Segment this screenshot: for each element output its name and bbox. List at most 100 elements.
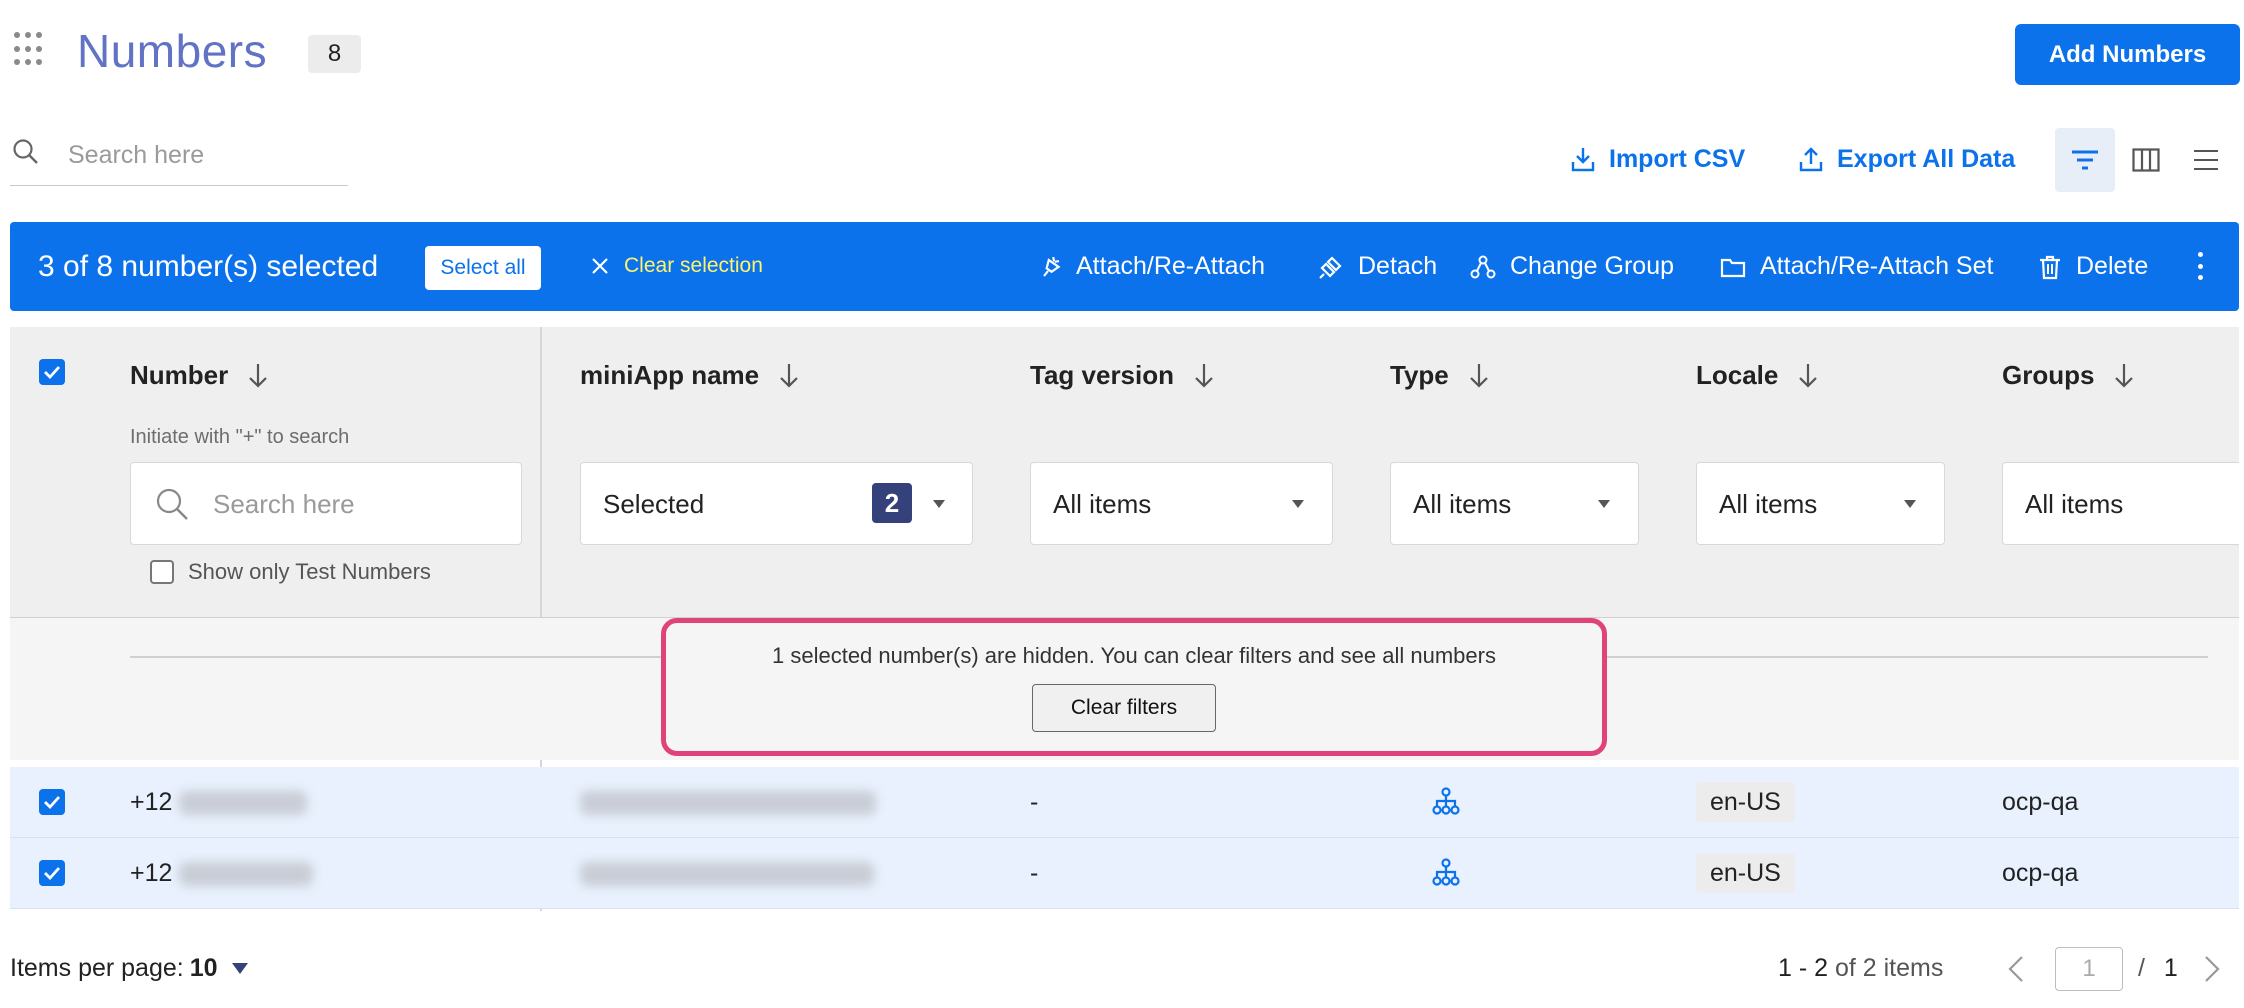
detach-label: Detach xyxy=(1358,252,1438,280)
select-all-checkbox[interactable] xyxy=(39,359,65,385)
sort-arrow-icon[interactable] xyxy=(777,362,801,390)
locale-chip: en-US xyxy=(1696,853,1795,893)
items-per-page[interactable]: Items per page: 10 xyxy=(10,954,248,983)
column-header-locale[interactable]: Locale xyxy=(1696,360,1820,391)
detach-button[interactable]: Detach xyxy=(1318,252,1437,281)
tag-version-filter-select[interactable]: All items xyxy=(1030,462,1333,545)
column-title: Tag version xyxy=(1030,360,1175,390)
number-search-hint: Initiate with "+" to search xyxy=(130,426,350,448)
column-header-tag-version[interactable]: Tag version xyxy=(1030,360,1216,391)
tag-version-cell: - xyxy=(1030,859,1039,887)
sort-arrow-icon[interactable] xyxy=(1192,362,1216,390)
column-title: Groups xyxy=(2002,360,2095,390)
page-separator: / xyxy=(2138,954,2145,982)
column-header-miniapp[interactable]: miniApp name xyxy=(580,360,801,391)
clear-filters-button[interactable]: Clear filters xyxy=(1032,684,1216,732)
sort-arrow-icon[interactable] xyxy=(1467,362,1491,390)
chevron-down-icon xyxy=(1598,500,1610,508)
column-title: Type xyxy=(1390,360,1449,390)
export-all-button[interactable]: Export All Data xyxy=(1799,142,2015,176)
column-title: miniApp name xyxy=(580,360,760,390)
search-field[interactable] xyxy=(10,128,348,186)
unplug-icon xyxy=(1319,255,1342,279)
search-icon xyxy=(13,139,38,164)
row-checkbox[interactable] xyxy=(39,789,65,815)
upload-icon xyxy=(1799,147,1823,172)
redacted-miniapp-name xyxy=(580,791,876,816)
number-search-field[interactable] xyxy=(130,462,522,545)
miniapp-cell xyxy=(580,859,874,888)
app-grid-icon[interactable] xyxy=(14,32,46,68)
type-filter-select[interactable]: All items xyxy=(1390,462,1639,545)
sort-arrow-icon[interactable] xyxy=(2112,362,2136,390)
column-header-type[interactable]: Type xyxy=(1390,360,1491,391)
more-actions-icon[interactable] xyxy=(2190,248,2210,284)
clear-selection-button[interactable]: Clear selection xyxy=(590,254,763,278)
sort-arrow-icon[interactable] xyxy=(1796,362,1820,390)
page-title: Numbers xyxy=(77,25,268,77)
filter-value: All items xyxy=(2025,489,2124,519)
column-title: Number xyxy=(130,360,229,390)
miniapp-filter-select[interactable]: Selected 2 xyxy=(580,462,973,545)
chevron-down-icon xyxy=(1292,500,1304,508)
chevron-down-icon xyxy=(933,500,945,508)
chevron-down-icon xyxy=(1904,500,1916,508)
tag-version-cell: - xyxy=(1030,788,1039,816)
hidden-selection-message: 1 selected number(s) are hidden. You can… xyxy=(772,643,1496,668)
number-cell: +12 xyxy=(130,788,308,817)
selected-count-badge: 2 xyxy=(872,483,912,523)
next-page-icon[interactable] xyxy=(2202,954,2222,989)
column-header-number[interactable]: Number xyxy=(130,360,270,391)
export-all-label: Export All Data xyxy=(1837,144,2016,173)
density-button[interactable] xyxy=(2176,128,2236,192)
attach-set-button[interactable]: Attach/Re-Attach Set xyxy=(1720,252,1993,281)
add-numbers-button[interactable]: Add Numbers xyxy=(2015,24,2240,85)
redacted-number xyxy=(179,791,308,816)
range-value: 1 - 2 xyxy=(1778,954,1829,982)
test-numbers-checkbox[interactable] xyxy=(150,560,174,584)
filter-value: All items xyxy=(1719,489,1818,519)
trash-icon xyxy=(2040,255,2060,279)
row-checkbox[interactable] xyxy=(39,860,65,886)
total-pages: / 1 xyxy=(2138,954,2178,983)
column-header-groups[interactable]: Groups xyxy=(2002,360,2136,391)
columns-button[interactable] xyxy=(2116,128,2176,192)
check-icon xyxy=(44,796,61,809)
caret-down-icon[interactable] xyxy=(231,963,248,974)
change-group-button[interactable]: Change Group xyxy=(1470,252,1674,281)
download-icon xyxy=(1571,148,1595,172)
filter-icon xyxy=(2072,150,2098,170)
locale-chip: en-US xyxy=(1696,782,1795,822)
filter-toggle-button[interactable] xyxy=(2055,128,2115,192)
prev-page-icon[interactable] xyxy=(2006,954,2026,989)
locale-filter-select[interactable]: All items xyxy=(1696,462,1945,545)
menu-icon xyxy=(2194,150,2218,170)
redacted-number xyxy=(179,862,314,887)
total-pages-value: 1 xyxy=(2163,954,2178,982)
import-csv-label: Import CSV xyxy=(1609,144,1746,173)
filter-value: All items xyxy=(1053,489,1152,519)
columns-icon xyxy=(2132,148,2160,172)
group-icon xyxy=(1470,255,1496,278)
sort-arrow-icon[interactable] xyxy=(246,362,270,390)
groups-filter-select[interactable]: All items xyxy=(2002,462,2239,545)
network-icon xyxy=(1432,787,1460,820)
test-numbers-toggle[interactable]: Show only Test Numbers xyxy=(150,559,431,585)
table-row[interactable]: +12 - en-US ocp-qa xyxy=(10,767,2239,838)
items-per-page-label: Items per page: xyxy=(10,954,184,982)
select-all-button[interactable]: Select all xyxy=(425,246,541,290)
close-icon xyxy=(592,258,608,274)
redacted-miniapp-name xyxy=(580,862,874,887)
number-search-input[interactable] xyxy=(213,487,413,521)
table-row[interactable]: +12 - en-US ocp-qa xyxy=(10,838,2239,909)
attach-button[interactable]: Attach/Re-Attach xyxy=(1038,252,1265,281)
selection-count: 3 of 8 number(s) selected xyxy=(38,250,379,283)
change-group-label: Change Group xyxy=(1510,252,1675,280)
import-csv-button[interactable]: Import CSV xyxy=(1571,142,1745,176)
attach-set-label: Attach/Re-Attach Set xyxy=(1760,252,1994,280)
delete-button[interactable]: Delete xyxy=(2038,252,2148,281)
page-input[interactable]: 1 xyxy=(2055,947,2123,991)
clear-selection-label: Clear selection xyxy=(624,254,763,277)
count-badge: 8 xyxy=(308,35,361,73)
search-input[interactable] xyxy=(68,138,338,172)
